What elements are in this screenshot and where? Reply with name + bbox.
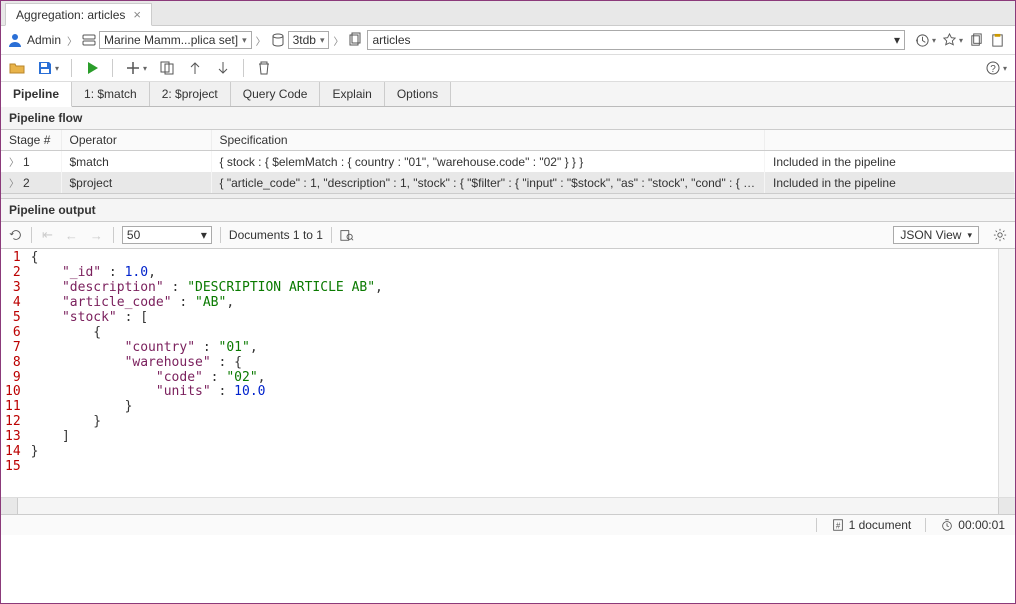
chevron-right-icon: 〉 bbox=[65, 33, 79, 48]
connection-dropdown[interactable]: Marine Mamm...plica set] ▾ bbox=[99, 31, 252, 49]
page-size-value: 50 bbox=[127, 228, 140, 242]
vertical-scrollbar[interactable] bbox=[998, 249, 1015, 497]
pipeline-flow-header: Pipeline flow bbox=[1, 107, 1015, 130]
copy-icon[interactable] bbox=[969, 33, 984, 48]
connection-label: Marine Mamm...plica set] bbox=[104, 33, 238, 47]
documents-range: Documents 1 to 1 bbox=[229, 228, 323, 242]
tab-pipeline[interactable]: Pipeline bbox=[1, 82, 72, 107]
table-row[interactable]: 〉1$match{ stock : { $elemMatch : { count… bbox=[1, 151, 1015, 173]
server-icon bbox=[81, 32, 97, 48]
tab-match[interactable]: 1: $match bbox=[72, 82, 150, 106]
first-page-button[interactable]: ⇤ bbox=[40, 227, 55, 243]
collection-dropdown[interactable]: articles ▾ bbox=[367, 30, 904, 50]
settings-button[interactable] bbox=[993, 228, 1007, 242]
save-button[interactable]: ▾ bbox=[37, 60, 59, 76]
run-button[interactable] bbox=[84, 60, 100, 76]
svg-text:#: # bbox=[835, 522, 840, 531]
chevron-right-icon: 〉 bbox=[254, 33, 268, 48]
page-size-select[interactable]: 50 ▾ bbox=[122, 226, 212, 244]
col-stage[interactable]: Stage # bbox=[1, 130, 61, 151]
find-button[interactable] bbox=[340, 228, 354, 242]
sub-tab-bar: Pipeline 1: $match 2: $project Query Cod… bbox=[1, 82, 1015, 107]
chevron-right-icon[interactable]: 〉 bbox=[9, 158, 19, 169]
code-body[interactable]: { "_id" : 1.0, "description" : "DESCRIPT… bbox=[27, 249, 387, 497]
collection-icon bbox=[347, 32, 363, 48]
next-page-button[interactable]: → bbox=[88, 228, 105, 243]
code-output: 123456789101112131415 { "_id" : 1.0, "de… bbox=[1, 249, 1015, 497]
tab-options[interactable]: Options bbox=[385, 82, 451, 106]
history-icon[interactable]: ▾ bbox=[915, 33, 936, 48]
editor-tab[interactable]: Aggregation: articles × bbox=[5, 3, 152, 26]
move-down-button[interactable] bbox=[215, 60, 231, 76]
paste-icon[interactable] bbox=[990, 33, 1005, 48]
breadcrumb-user: Admin bbox=[25, 33, 63, 47]
prev-page-button[interactable]: ← bbox=[63, 228, 80, 243]
pipeline-output-header: Pipeline output bbox=[1, 199, 1015, 222]
table-row[interactable]: 〉2$project{ "article_code" : 1, "descrip… bbox=[1, 172, 1015, 193]
chevron-down-icon: ▾ bbox=[967, 230, 972, 241]
favorite-icon[interactable]: ▾ bbox=[942, 33, 963, 48]
breadcrumb: Admin 〉 Marine Mamm...plica set] ▾ 〉 3td… bbox=[1, 26, 1015, 55]
refresh-button[interactable] bbox=[9, 228, 23, 242]
col-spec[interactable]: Specification bbox=[211, 130, 765, 151]
move-up-button[interactable] bbox=[187, 60, 203, 76]
editor-tab-bar: Aggregation: articles × bbox=[1, 1, 1015, 26]
tab-query-code[interactable]: Query Code bbox=[231, 82, 321, 106]
database-icon bbox=[270, 32, 286, 48]
tab-title: Aggregation: articles bbox=[16, 8, 125, 22]
doc-count-status: # 1 document bbox=[831, 518, 912, 532]
pipeline-table: Stage # Operator Specification 〉1$match{… bbox=[1, 130, 1015, 193]
view-label: JSON View bbox=[900, 228, 961, 242]
open-button[interactable] bbox=[9, 60, 25, 76]
database-label: 3tdb bbox=[293, 33, 316, 47]
line-gutter: 123456789101112131415 bbox=[1, 249, 27, 497]
chevron-down-icon: ▾ bbox=[894, 33, 900, 47]
main-toolbar: ▾ ▾ ?▾ bbox=[1, 55, 1015, 82]
chevron-down-icon: ▾ bbox=[242, 35, 247, 46]
database-dropdown[interactable]: 3tdb ▾ bbox=[288, 31, 330, 49]
add-stage-button[interactable]: ▾ bbox=[125, 60, 147, 76]
user-icon bbox=[7, 32, 23, 48]
horizontal-scrollbar[interactable] bbox=[1, 497, 1015, 514]
chevron-right-icon[interactable]: 〉 bbox=[9, 179, 19, 190]
tab-project[interactable]: 2: $project bbox=[150, 82, 231, 106]
chevron-down-icon: ▾ bbox=[201, 228, 207, 242]
status-bar: # 1 document 00:00:01 bbox=[1, 514, 1015, 535]
chevron-right-icon: 〉 bbox=[331, 33, 345, 48]
help-button[interactable]: ?▾ bbox=[985, 60, 1007, 76]
svg-text:?: ? bbox=[990, 64, 996, 75]
col-operator[interactable]: Operator bbox=[61, 130, 211, 151]
duplicate-button[interactable] bbox=[159, 60, 175, 76]
elapsed-label: 00:00:01 bbox=[958, 518, 1005, 532]
tab-explain[interactable]: Explain bbox=[320, 82, 384, 106]
view-select[interactable]: JSON View ▾ bbox=[893, 226, 979, 244]
elapsed-status: 00:00:01 bbox=[940, 518, 1005, 532]
close-icon[interactable]: × bbox=[133, 7, 141, 22]
collection-label: articles bbox=[372, 33, 893, 47]
doc-count-label: 1 document bbox=[849, 518, 912, 532]
output-toolbar: ⇤ ← → 50 ▾ Documents 1 to 1 JSON View ▾ bbox=[1, 222, 1015, 249]
delete-button[interactable] bbox=[256, 60, 272, 76]
chevron-down-icon: ▾ bbox=[320, 35, 325, 46]
col-status[interactable] bbox=[765, 130, 1015, 151]
